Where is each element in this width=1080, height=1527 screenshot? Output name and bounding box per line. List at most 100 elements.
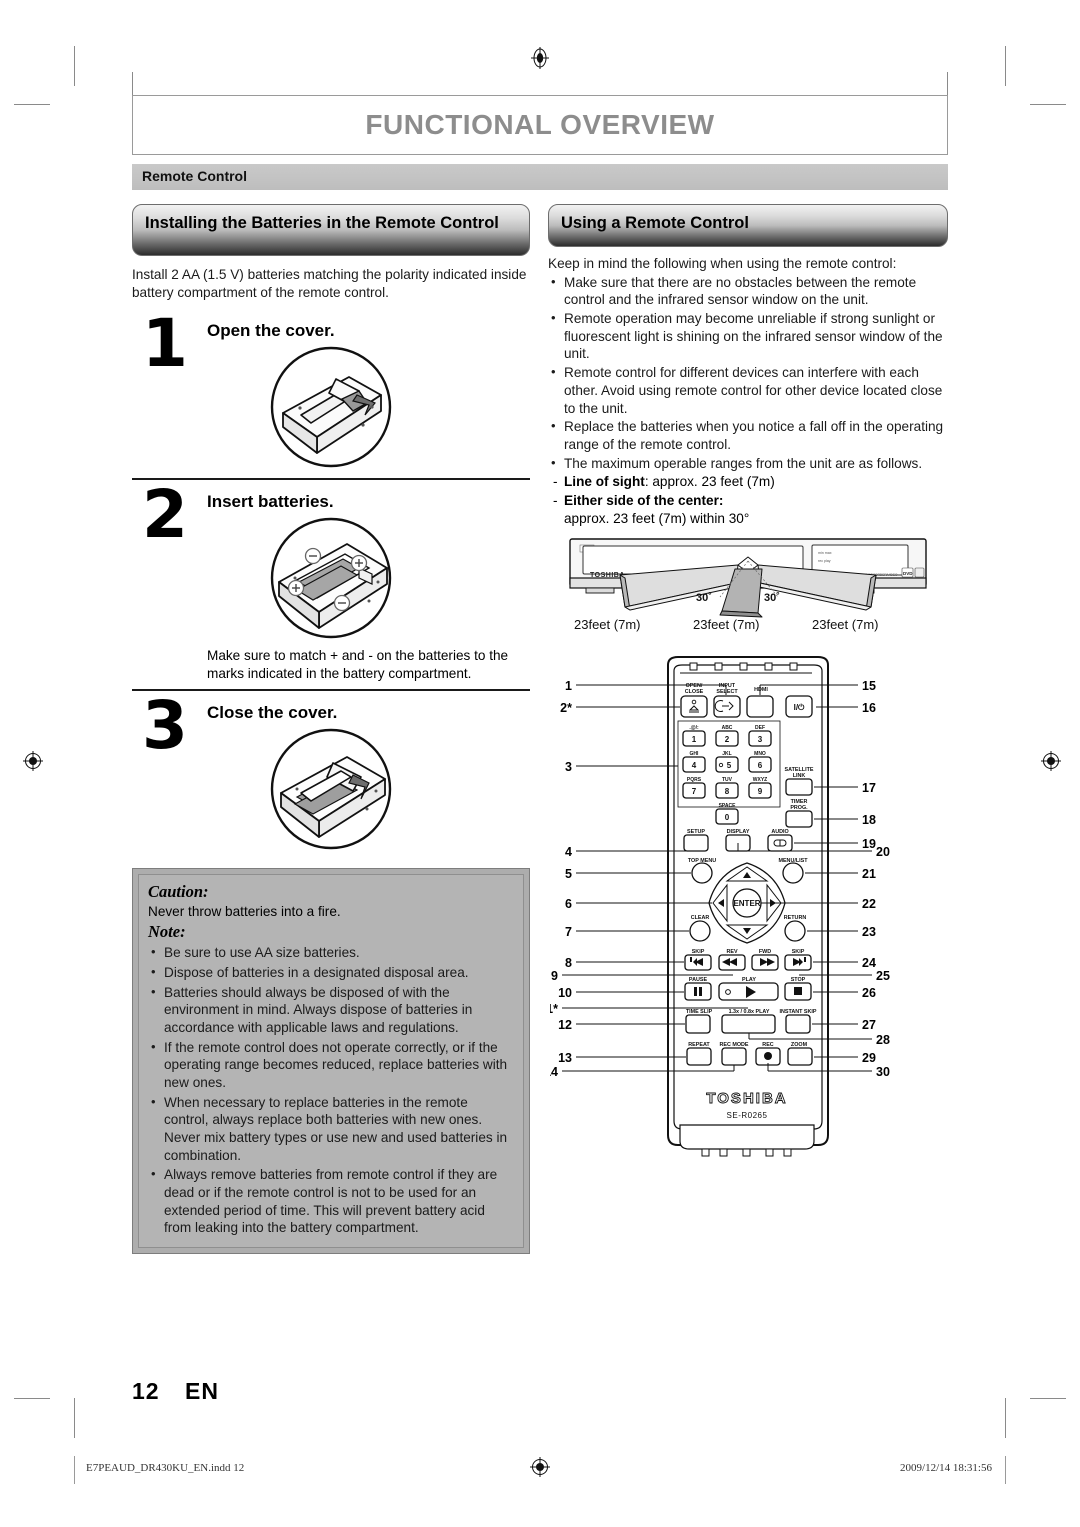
instant-skip-button (785, 1014, 811, 1034)
svg-text:16: 16 (862, 701, 876, 715)
crop-mark-bl-v (74, 1398, 75, 1438)
page-title-box: FUNCTIONAL OVERVIEW (132, 95, 948, 155)
section-bar-label: Remote Control (142, 168, 247, 184)
svg-text:JKL: JKL (722, 751, 731, 757)
svg-text:9: 9 (758, 787, 763, 796)
step-1-number: 1 (142, 305, 188, 383)
list-item: Be sure to use AA size batteries. (148, 944, 514, 962)
svg-text:18: 18 (862, 813, 876, 827)
caution-text: Never throw batteries into a fire. (148, 903, 341, 919)
setup-button (683, 834, 709, 852)
svg-text:PQRS: PQRS (687, 777, 702, 783)
svg-text:12: 12 (558, 1018, 572, 1032)
step-2: 2 Insert batteries. Make sure to match +… (132, 482, 530, 682)
step-3: 3 Close the cover. (132, 686, 530, 852)
svg-text:ENTER: ENTER (733, 899, 760, 908)
svg-text:TIME SLIP: TIME SLIP (686, 1009, 713, 1015)
print-footer: E7PEAUD_DR430KU_EN.indd 12 2009/12/14 18… (0, 1456, 1080, 1484)
zoom-button (787, 1047, 813, 1066)
svg-text:26: 26 (862, 986, 876, 1000)
svg-text:REV: REV (726, 949, 737, 955)
step-1-figure (132, 345, 530, 470)
svg-text:STOP: STOP (791, 977, 806, 983)
range-line-of-sight-label: Line of sight (564, 474, 645, 490)
svg-text:ABC: ABC (722, 725, 733, 731)
svg-text:24: 24 (862, 956, 876, 970)
time-slip-button (685, 1014, 711, 1034)
svg-text:0: 0 (725, 813, 730, 822)
step-3-figure (132, 727, 530, 852)
svg-text:8: 8 (565, 956, 572, 970)
svg-text:7: 7 (692, 787, 697, 796)
svg-text:22: 22 (862, 897, 876, 911)
range-either-side-label: Either side of the center: (564, 492, 724, 508)
svg-text:2*: 2* (560, 701, 572, 715)
unit-range-figure: TOSHIBA min max rec play DVD VIDEO RECOR… (548, 535, 948, 637)
svg-text:4: 4 (565, 845, 572, 859)
svg-text:6: 6 (565, 897, 572, 911)
step-2-title: Insert batteries. (207, 492, 334, 512)
svg-text:21: 21 (862, 867, 876, 881)
crop-mark-tl-h (14, 104, 50, 105)
list-item: Remote operation may become unreliable i… (548, 310, 948, 363)
svg-text:2: 2 (725, 735, 730, 744)
list-item: Remote control for different devices can… (548, 364, 948, 417)
svg-text:MNO: MNO (754, 751, 766, 757)
section-bar: Remote Control (132, 164, 948, 190)
step-3-number: 3 (142, 686, 188, 764)
svg-text:.@/:: .@/: (689, 725, 699, 731)
footer-rule-right (1005, 1456, 1006, 1484)
list-item: The maximum operable ranges from the uni… (548, 455, 948, 473)
range-line-of-sight: Line of sight: approx. 23 feet (7m) (548, 473, 948, 491)
repeat-button (686, 1047, 712, 1066)
speed-play-button (721, 1014, 776, 1034)
crop-mark-br-h (1030, 1398, 1066, 1399)
svg-text:14: 14 (550, 1065, 558, 1079)
list-item: Always remove batteries from remote cont… (148, 1166, 514, 1237)
step-divider-2 (132, 688, 530, 691)
range-either-side-value: approx. 23 feet (7m) within 30° (564, 510, 750, 526)
svg-text:DISPLAY: DISPLAY (727, 829, 750, 835)
page-language: EN (184, 1378, 219, 1404)
caution-title: Caution: (148, 881, 209, 901)
distance-label-left: 23feet (7m) (574, 617, 640, 632)
svg-text:CLEAR: CLEAR (691, 915, 710, 921)
list-item: Make sure that there are no obstacles be… (548, 274, 948, 309)
svg-text:rec play: rec play (818, 559, 831, 563)
svg-text:HDMI: HDMI (754, 687, 768, 693)
using-remote-intro: Keep in mind the following when using th… (548, 256, 897, 272)
crop-mark-tr-v (1005, 46, 1006, 86)
svg-text:AUDIO: AUDIO (771, 829, 788, 835)
svg-text:23: 23 (862, 925, 876, 939)
remote-model: SE-R0265 (727, 1111, 768, 1120)
crop-mark-br-v (1005, 1398, 1006, 1438)
svg-text:REC MODE: REC MODE (719, 1042, 748, 1048)
footer-filename: E7PEAUD_DR430KU_EN.indd 12 (86, 1462, 245, 1474)
svg-text:19: 19 (862, 837, 876, 851)
svg-text:I/⏻: I/⏻ (794, 703, 805, 712)
return-button (784, 920, 806, 942)
satellite-link-button (785, 778, 813, 796)
distance-label-center: 23feet (7m) (693, 617, 759, 632)
svg-text:DVD: DVD (903, 571, 913, 576)
page-title: FUNCTIONAL OVERVIEW (365, 109, 715, 140)
svg-text:15: 15 (862, 679, 876, 693)
left-column: Installing the Batteries in the Remote C… (132, 204, 530, 1255)
remote-callouts-right: 15 16 17 18 19 20 21 22 23 24 25 26 27 2… (862, 679, 890, 1079)
svg-text:11*: 11* (550, 1002, 558, 1016)
range-line-of-sight-value: approx. 23 feet (7m) (648, 474, 775, 490)
manual-page: FUNCTIONAL OVERVIEW Remote Control Insta… (0, 0, 1080, 1527)
step-1-title: Open the cover. (207, 321, 335, 341)
svg-text:5: 5 (727, 761, 732, 770)
svg-text:28: 28 (876, 1033, 890, 1047)
menu-list-button (782, 862, 804, 884)
svg-text:SKIP: SKIP (692, 949, 705, 955)
timer-prog-button (785, 810, 813, 828)
remote-control-figure: .bl{fill:none;stroke:#111;stroke-width:1… (548, 651, 948, 1171)
list-item: Dispose of batteries in a designated dis… (148, 964, 514, 982)
svg-text:9: 9 (551, 969, 558, 983)
step-3-title: Close the cover. (207, 702, 338, 722)
svg-text:7: 7 (565, 925, 572, 939)
crop-mark-tl-v (74, 46, 75, 86)
svg-text:29: 29 (862, 1051, 876, 1065)
